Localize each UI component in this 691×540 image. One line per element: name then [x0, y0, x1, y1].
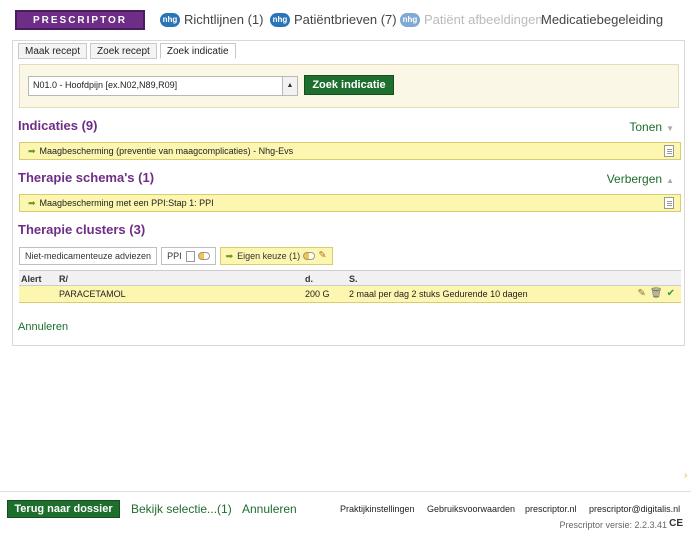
document-icon[interactable] [664, 145, 674, 157]
indicatie-row[interactable]: ➡ Maagbescherming (preventie van maagcomp… [19, 142, 681, 160]
nhg-icon: nhg [400, 12, 420, 27]
dropdown-arrow-icon[interactable]: ▲ [282, 76, 298, 96]
nav-patientbrieven[interactable]: nhg Patiëntbrieven (7) [270, 12, 397, 27]
tab-maak-recept[interactable]: Maak recept [18, 43, 88, 59]
therapie-schemas-toggle-label: Verbergen [606, 172, 663, 186]
nhg-icon: nhg [160, 12, 180, 27]
footer: Terug naar dossier Bekijk selectie...(1)… [0, 491, 691, 533]
document-icon [185, 250, 195, 262]
indicatie-row-label: Maagbescherming (preventie van maagcompl… [39, 146, 294, 156]
trash-icon[interactable]: 🗑 [650, 288, 663, 299]
prescriptor-site-link[interactable]: prescriptor.nl [525, 504, 577, 514]
cell-d: 200 G [305, 289, 330, 299]
nav-patient-afbeeldingen: nhg Patiënt afbeeldingen [400, 12, 543, 27]
indicaties-toggle[interactable]: Tonen ▼ [629, 120, 674, 134]
nav-patient-afbeeldingen-label: Patiënt afbeeldingen [424, 12, 543, 27]
ppi-button[interactable]: PPI [161, 247, 216, 265]
tab-bar: Maak recept Zoek recept Zoek indicatie [18, 43, 239, 59]
search-area: N01.0 - Hoofdpijn [ex.N02,N89,R09] ▲ Zoe… [19, 64, 679, 108]
nav-patientbrieven-label: Patiëntbrieven (7) [294, 12, 397, 27]
eigen-keuze-label: Eigen keuze (1) [237, 251, 301, 261]
nav-medicatiebegeleiding[interactable]: Medicatiebegeleiding [541, 12, 663, 27]
cluster-buttons: Niet-medicamenteuze adviezen PPI ➡ Eigen… [19, 247, 337, 265]
nav-richtlijnen-label: Richtlijnen (1) [184, 12, 264, 27]
terug-naar-dossier-button[interactable]: Terug naar dossier [7, 500, 120, 518]
document-icon[interactable] [664, 197, 674, 209]
ce-mark: CE [669, 518, 683, 529]
nhg-icon: nhg [270, 12, 290, 27]
gebruiksvoorwaarden-link[interactable]: Gebruiksvoorwaarden [427, 504, 515, 514]
header-r: R/ [59, 274, 68, 284]
therapie-schema-row-label: Maagbescherming met een PPI:Stap 1: PPI [39, 198, 214, 208]
tab-zoek-indicatie[interactable]: Zoek indicatie [159, 43, 236, 59]
arrow-right-icon: ➡ [225, 251, 234, 261]
table-row[interactable]: PARACETAMOL 200 G 2 maal per dag 2 stuks… [19, 286, 681, 303]
therapie-schema-row[interactable]: ➡ Maagbescherming met een PPI:Stap 1: PPI [19, 194, 681, 212]
chevron-down-icon: ▼ [666, 124, 674, 133]
prescription-table: Alert R/ d. S. PARACETAMOL 200 G 2 maal … [19, 270, 681, 303]
footer-annuleren-link[interactable]: Annuleren [242, 502, 297, 516]
indication-search-input[interactable]: N01.0 - Hoofdpijn [ex.N02,N89,R09] [28, 76, 284, 96]
praktijkinstellingen-link[interactable]: Praktijkinstellingen [340, 504, 415, 514]
eigen-keuze-button[interactable]: ➡ Eigen keuze (1) ✎ [219, 247, 333, 265]
annuleren-link[interactable]: Annuleren [18, 321, 68, 333]
therapie-schemas-title: Therapie schema's (1) [18, 170, 155, 185]
nav-medicatiebegeleiding-label: Medicatiebegeleiding [541, 12, 664, 27]
indicaties-title: Indicaties (9) [18, 118, 98, 133]
edge-indicator-icon: › [684, 470, 688, 481]
main-panel: Maak recept Zoek recept Zoek indicatie N… [12, 40, 685, 346]
table-header: Alert R/ d. S. [19, 270, 681, 286]
contact-email-link[interactable]: prescriptor@digitalis.nl [589, 504, 680, 514]
edit-icon[interactable]: ✎ [638, 288, 646, 299]
top-navigation: PRESCRIPTOR nhg Richtlijnen (1) nhg Pati… [0, 0, 691, 40]
header-s: S. [349, 274, 358, 284]
prescriptor-logo[interactable]: PRESCRIPTOR [15, 10, 145, 30]
indicaties-toggle-label: Tonen [629, 120, 663, 134]
pill-icon [197, 252, 210, 260]
bekijk-selectie-link[interactable]: Bekijk selectie...(1) [131, 502, 232, 516]
chevron-up-icon: ▲ [666, 176, 674, 185]
arrow-right-icon: ➡ [28, 146, 36, 156]
therapie-clusters-title: Therapie clusters (3) [18, 222, 146, 237]
zoek-indicatie-button[interactable]: Zoek indicatie [304, 75, 394, 95]
tab-zoek-recept[interactable]: Zoek recept [90, 43, 157, 59]
niet-medicamenteuze-adviezen-button[interactable]: Niet-medicamenteuze adviezen [19, 247, 158, 265]
row-actions: ✎ 🗑 ✔ [634, 288, 675, 299]
cell-name: PARACETAMOL [59, 289, 126, 299]
edit-icon: ✎ [318, 250, 327, 261]
ppi-button-label: PPI [167, 251, 182, 261]
pill-icon [303, 252, 316, 260]
arrow-right-icon: ➡ [28, 198, 36, 208]
header-alert: Alert [21, 274, 42, 284]
nav-richtlijnen[interactable]: nhg Richtlijnen (1) [160, 12, 263, 27]
therapie-schemas-toggle[interactable]: Verbergen ▲ [607, 172, 674, 186]
version-text: Prescriptor versie: 2.2.3.41 [559, 520, 667, 530]
cell-s: 2 maal per dag 2 stuks Gedurende 10 dage… [349, 289, 528, 299]
header-d: d. [305, 274, 313, 284]
check-circle-icon[interactable]: ✔ [667, 288, 675, 299]
